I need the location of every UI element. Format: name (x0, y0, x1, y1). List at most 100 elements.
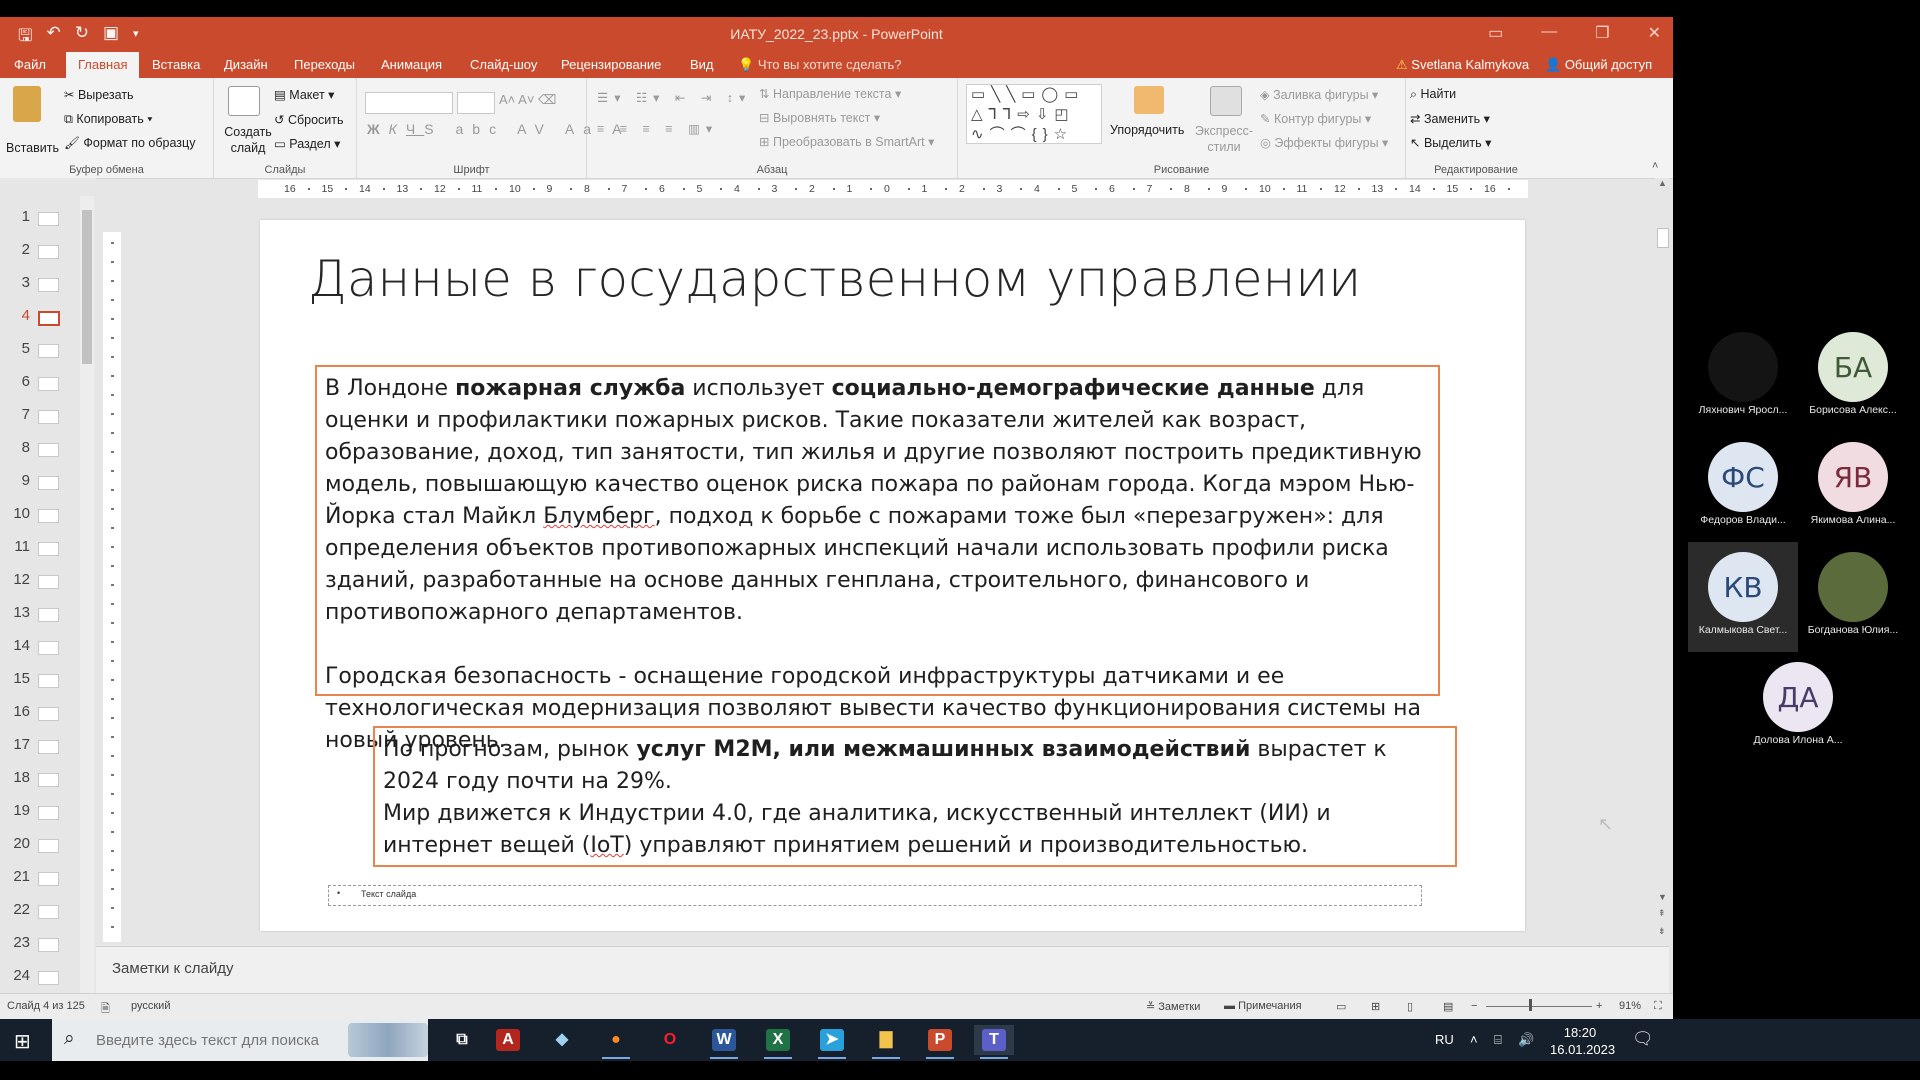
acrobat-taskbar-icon[interactable]: A (488, 1025, 528, 1055)
tab-view[interactable]: Вид (690, 57, 714, 72)
input-language[interactable]: RU (1435, 1032, 1454, 1047)
firefox-taskbar-icon[interactable]: ● (596, 1025, 636, 1059)
normal-view-icon[interactable]: ▭ (1336, 1000, 1346, 1013)
restore-icon[interactable]: ❐ (1595, 23, 1609, 43)
arrange-icon[interactable] (1134, 86, 1164, 114)
tab-file[interactable]: Файл (14, 57, 46, 72)
powerpoint-taskbar-icon[interactable]: P (920, 1025, 960, 1059)
participant-tile[interactable]: Богданова Юлия... (1798, 542, 1908, 652)
teams-taskbar-icon[interactable]: T (974, 1025, 1014, 1059)
clock[interactable]: 18:20 16.01.2023 (1550, 1024, 1615, 1058)
hidden-icons-chevron-icon[interactable]: ˄ (1470, 1032, 1478, 1047)
thumbnails-scrollbar[interactable] (80, 196, 94, 1004)
reading-view-icon[interactable]: ▯ (1407, 1000, 1413, 1013)
taskbar-search[interactable]: ⌕ (52, 1019, 428, 1061)
tab-design[interactable]: Дизайн (224, 57, 268, 72)
arrange-button[interactable]: Упорядочить (1110, 123, 1184, 137)
volume-icon[interactable]: 🔊 (1518, 1032, 1534, 1048)
reset-button[interactable]: ↺ Сбросить (274, 112, 344, 127)
zoom-in-icon[interactable]: + (1596, 1000, 1602, 1012)
spellcheck-icon[interactable]: 🗎 (101, 1000, 110, 1019)
task-view-taskbar-icon[interactable]: ⧉ (442, 1025, 482, 1055)
fit-slide-icon[interactable]: ⛶ (1654, 1000, 1662, 1013)
align-buttons[interactable]: ≡ ≡ ≡ ≡ ▥▾ (597, 121, 718, 136)
search-input[interactable] (94, 1028, 358, 1052)
layout-button[interactable]: ▤ Макет ▾ (274, 87, 334, 102)
user-account[interactable]: ⚠ Svetlana Kalmykova (1396, 57, 1529, 73)
previous-slide-icon[interactable]: ⇞ (1658, 908, 1666, 919)
font-grow-shrink[interactable]: A˄ A˅ ⌫ (499, 92, 556, 108)
section-button[interactable]: ▭ Раздел ▾ (274, 136, 340, 151)
font-size-box[interactable] (457, 92, 495, 114)
tab-review[interactable]: Рецензирование (561, 57, 661, 72)
zoom-level[interactable]: 91% (1619, 1000, 1641, 1012)
shape-fill-button[interactable]: ◈ Заливка фигуры ▾ (1260, 87, 1378, 102)
slide-canvas[interactable]: Данные в государственном управлении В Ло… (260, 220, 1525, 931)
smartart-button[interactable]: ⊞ Преобразовать в SmartArt ▾ (759, 134, 934, 149)
quick-styles-icon[interactable] (1210, 86, 1242, 116)
tab-insert[interactable]: Вставка (152, 57, 200, 72)
align-text-button[interactable]: ⊟ Выровнять текст ▾ (759, 110, 880, 125)
zoom-slider[interactable] (1486, 1006, 1592, 1007)
select-button[interactable]: ↖ Выделить ▾ (1410, 135, 1491, 150)
find-button[interactable]: ⌕ Найти (1410, 87, 1456, 102)
close-icon[interactable]: ✕ (1648, 23, 1661, 43)
copy-button[interactable]: ⧉ Копировать ▾ (64, 112, 152, 127)
slideshow-view-icon[interactable]: ▤ (1443, 1000, 1453, 1013)
tab-home[interactable]: Главная (66, 52, 140, 78)
paste-button[interactable]: Вставить (6, 141, 59, 155)
tab-transitions[interactable]: Переходы (294, 57, 355, 72)
scrollbar-thumb[interactable] (1657, 228, 1669, 248)
collapse-ribbon-icon[interactable]: ˄ (1652, 160, 1658, 172)
format-painter-button[interactable]: 🖌 Формат по образцу (64, 136, 195, 151)
replace-button[interactable]: ⇄ Заменить ▾ (1410, 111, 1490, 126)
notifications-icon[interactable]: 🗨 (1632, 1029, 1654, 1049)
participant-tile[interactable]: Ляхнович Яросл... (1688, 322, 1798, 432)
shapes-gallery[interactable]: ▭╲╲▭◯▭ △⅂⅂⇨⇩◰ ∿⌒⌒{}☆ (966, 84, 1102, 144)
language-indicator[interactable]: русский (131, 1000, 170, 1012)
scroll-down-icon[interactable]: ▼ (1658, 892, 1667, 902)
app3-taskbar-icon[interactable]: ◆ (542, 1025, 582, 1055)
slide-sorter-icon[interactable]: ⊞ (1371, 1000, 1380, 1013)
minimize-icon[interactable]: — (1541, 23, 1557, 43)
paste-icon[interactable] (13, 86, 41, 122)
comments-toggle[interactable]: ▬ Примечания (1224, 1000, 1302, 1012)
slide-title[interactable]: Данные в государственном управлении (308, 250, 1361, 308)
slide-scrollbar[interactable]: ▲ ▼ ⇞ ⇟ (1655, 178, 1669, 958)
text-direction-button[interactable]: ⇅ Направление текста ▾ (759, 86, 901, 101)
tell-me-search[interactable]: 💡 Что вы хотите сделать? (738, 57, 902, 73)
list-buttons[interactable]: ☰▾ ☷▾ ⇤ ⇥ ↕▾ (597, 90, 751, 105)
zoom-out-icon[interactable]: − (1471, 1000, 1477, 1012)
scrollbar-thumb[interactable] (82, 210, 92, 364)
windows-start-icon[interactable]: ⊞ (14, 1029, 31, 1054)
participant-tile[interactable]: ФС Федоров Влади... (1688, 432, 1798, 542)
shape-outline-button[interactable]: ✎ Контур фигуры ▾ (1260, 111, 1371, 126)
word-taskbar-icon[interactable]: W (704, 1025, 744, 1059)
excel-taskbar-icon[interactable]: X (758, 1025, 798, 1059)
participant-tile[interactable]: КВ Калмыкова Свет... (1688, 542, 1798, 652)
tab-animations[interactable]: Анимация (381, 57, 442, 72)
share-button[interactable]: 👤 Общий доступ (1545, 57, 1652, 73)
text-box-main[interactable]: В Лондоне пожарная служба использует соц… (315, 365, 1440, 753)
explorer-taskbar-icon[interactable]: ▇ (866, 1025, 906, 1059)
cut-button[interactable]: ✂ Вырезать (64, 87, 134, 102)
new-slide-button[interactable]: Создать слайд (220, 124, 276, 156)
text-placeholder[interactable]: • Текст слайда (328, 885, 1422, 906)
notes-toggle[interactable]: ≚ Заметки (1146, 1000, 1200, 1013)
participant-tile[interactable]: БА Борисова Алекс... (1798, 322, 1908, 432)
new-slide-icon[interactable] (228, 86, 260, 116)
shape-effects-button[interactable]: ◎ Эффекты фигуры ▾ (1260, 135, 1388, 150)
opera-taskbar-icon[interactable]: O (650, 1025, 690, 1055)
zoom-slider-thumb[interactable] (1529, 999, 1532, 1011)
font-name-box[interactable] (365, 92, 453, 114)
scroll-up-icon[interactable]: ▲ (1658, 178, 1667, 188)
ribbon-display-icon[interactable]: ▭ (1488, 23, 1503, 43)
next-slide-icon[interactable]: ⇟ (1658, 926, 1666, 937)
text-box-m2m[interactable]: По прогнозам, рынок услуг M2M, или межма… (373, 726, 1457, 867)
tab-slideshow[interactable]: Слайд-шоу (470, 57, 537, 72)
participant-tile[interactable]: ЯВ Якимова Алина... (1798, 432, 1908, 542)
network-icon[interactable]: ⌸ (1494, 1032, 1502, 1048)
quick-styles-button[interactable]: Экспресс-стили (1194, 123, 1254, 155)
notes-pane[interactable]: Заметки к слайду (96, 946, 1669, 994)
participant-tile[interactable]: ДА Долова Илона А... (1743, 652, 1853, 762)
